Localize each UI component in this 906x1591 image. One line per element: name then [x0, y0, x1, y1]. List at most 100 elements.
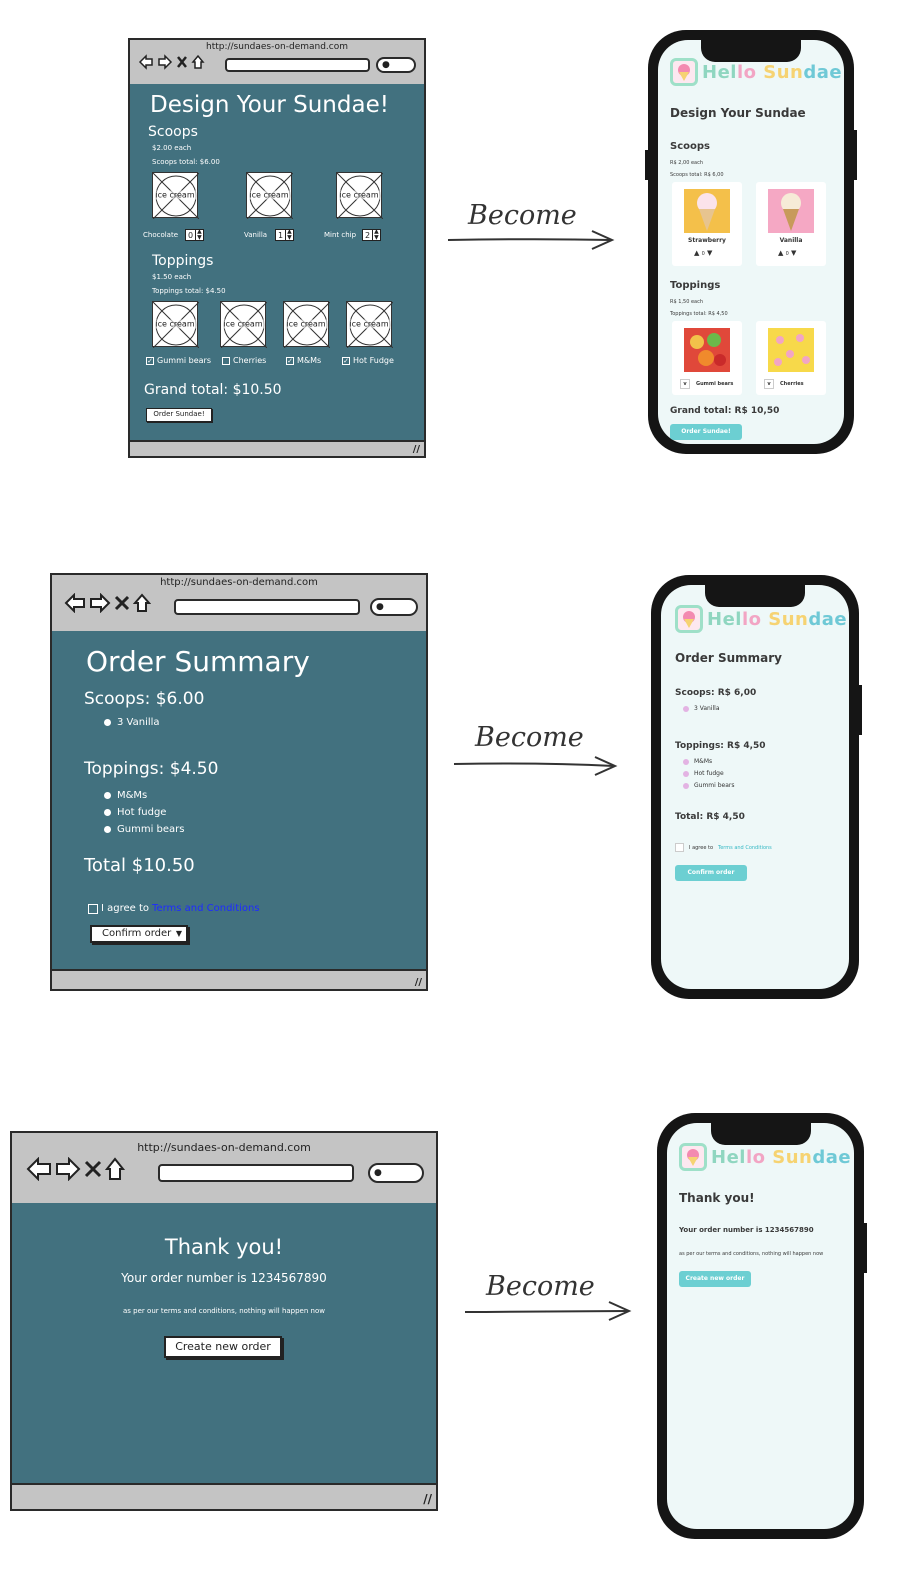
resize-grip-icon[interactable]: // [423, 1492, 432, 1506]
image-placeholder: ice cream [346, 301, 393, 348]
search-icon: ● [374, 1168, 382, 1178]
terms-link[interactable]: Terms and Conditions [152, 903, 260, 914]
brand-name: Hello Sundae [707, 608, 848, 630]
back-arrow-icon[interactable] [138, 54, 154, 70]
list-item: Hot fudge [104, 807, 166, 818]
browser-nav-icons [138, 54, 205, 70]
phone-notch [710, 1123, 811, 1145]
toppings-subtotal: Toppings: $4.50 [84, 759, 219, 779]
topping-checkbox[interactable]: v Cherries [764, 379, 804, 389]
browser-toolbar: http://sundaes-on-demand.com ● [130, 40, 424, 86]
flavor-label: Vanilla [244, 231, 268, 239]
browser-search[interactable]: ● [370, 598, 418, 616]
page-title: Thank you! [164, 1235, 284, 1259]
toppings-heading: Toppings [670, 280, 721, 291]
forward-arrow-icon[interactable] [157, 54, 173, 70]
confirm-order-button[interactable]: Confirm order ▼ [90, 925, 188, 943]
browser-search[interactable]: ● [376, 57, 416, 73]
quantity-stepper[interactable]: ▲ 0 ▼ [778, 249, 796, 257]
order-total: Total: R$ 4,50 [675, 812, 745, 822]
close-icon[interactable] [114, 593, 130, 613]
resize-grip-icon[interactable]: // [413, 444, 420, 455]
forward-arrow-icon[interactable] [55, 1157, 81, 1181]
scoops-subtotal: Scoops: R$ 6,00 [675, 688, 757, 698]
terms-link[interactable]: Terms and Conditions [718, 845, 772, 851]
browser-statusbar: // [130, 440, 424, 456]
quantity-stepper[interactable]: ▲ 0 ▼ [694, 249, 712, 257]
ice-cream-logo-icon [675, 605, 703, 633]
back-arrow-icon[interactable] [64, 593, 86, 613]
forward-arrow-icon[interactable] [89, 593, 111, 613]
topping-checkbox[interactable]: ✓ M&Ms [286, 356, 321, 365]
order-sundae-button[interactable]: Order Sundae! [670, 424, 742, 440]
topping-checkbox[interactable]: Cherries [222, 356, 266, 365]
create-new-order-button[interactable]: Create new order [164, 1336, 282, 1358]
browser-search[interactable]: ● [368, 1163, 424, 1183]
back-arrow-icon[interactable] [26, 1157, 52, 1181]
phone-thanks: Hello Sundae Thank you! Your order numbe… [657, 1113, 867, 1539]
scoop-name: Vanilla [779, 237, 803, 244]
phone-screen: Hello Sundae Design Your Sundae Scoops R… [658, 40, 844, 444]
topping-checkbox[interactable]: ✓ Hot Fudge [342, 356, 394, 365]
topping-checkbox[interactable]: v Gummi bears [680, 379, 733, 389]
home-icon[interactable] [133, 593, 151, 613]
chevron-down-icon: ▼ [175, 929, 182, 938]
quantity-stepper[interactable]: 0 ▲ ▼ [185, 229, 204, 241]
scoops-total: Scoops total: R$ 6,00 [670, 172, 724, 178]
toppings-price: $1.50 each [152, 273, 192, 281]
home-icon[interactable] [191, 54, 205, 70]
quantity-stepper[interactable]: 2 ▲ ▼ [362, 229, 381, 241]
list-item: M&Ms [104, 790, 147, 801]
image-placeholder: ice cream [246, 172, 293, 219]
ice-cream-logo-icon [670, 58, 698, 86]
browser-statusbar: // [12, 1483, 436, 1509]
flavor-label: Chocolate [143, 231, 179, 239]
phone-design: Hello Sundae Design Your Sundae Scoops R… [645, 30, 857, 454]
list-item: 3 Vanilla [104, 717, 160, 728]
browser-url: http://sundaes-on-demand.com [137, 1141, 311, 1154]
brand-name: Hello Sundae [711, 1146, 852, 1168]
browser-statusbar: // [52, 969, 426, 989]
resize-grip-icon[interactable]: // [415, 977, 422, 988]
topping-checkbox[interactable]: ✓ Gummi bears [146, 356, 211, 365]
scoops-subtotal: Scoops: $6.00 [84, 689, 205, 709]
gummi-bears-image [684, 328, 730, 372]
grand-total: Grand total: $10.50 [144, 382, 282, 398]
home-icon[interactable] [105, 1157, 125, 1181]
brand-logo: Hello Sundae [675, 605, 847, 633]
flavor-label: Mint chip [324, 231, 357, 239]
create-new-order-button[interactable]: Create new order [679, 1271, 751, 1287]
become-label: Become [475, 722, 584, 753]
browser-url: http://sundaes-on-demand.com [160, 577, 318, 588]
terms-checkbox[interactable]: I agree to Terms and Conditions [88, 903, 260, 914]
close-icon[interactable] [84, 1157, 102, 1181]
terms-checkbox[interactable]: I agree to Terms and Conditions [675, 843, 772, 852]
image-placeholder: ice cream [283, 301, 330, 348]
order-sundae-button[interactable]: Order Sundae! [146, 408, 212, 422]
address-bar[interactable] [174, 599, 360, 615]
topping-card-gummi-bears: v Gummi bears [672, 321, 742, 395]
brand-logo: Hello Sundae [670, 58, 842, 86]
toppings-total: Toppings total: R$ 4,50 [670, 311, 728, 317]
address-bar[interactable] [158, 1164, 354, 1182]
scoop-card-vanilla: Vanilla ▲ 0 ▼ [756, 182, 826, 266]
wireframe-browser-thanks: http://sundaes-on-demand.com ● Thank you… [10, 1131, 438, 1511]
page-content: Thank you! Your order number is 12345678… [12, 1203, 436, 1483]
address-bar[interactable] [225, 58, 370, 72]
close-icon[interactable] [176, 54, 188, 70]
toppings-subtotal: Toppings: R$ 4,50 [675, 741, 766, 751]
ice-cream-logo-icon [679, 1143, 707, 1171]
confirm-order-button[interactable]: Confirm order [675, 865, 747, 881]
list-item: 3 Vanilla [683, 705, 720, 712]
vanilla-image [768, 189, 814, 233]
page-title: Thank you! [679, 1191, 755, 1205]
list-item: Gummi bears [104, 824, 184, 835]
toppings-price: R$ 1,50 each [670, 299, 704, 305]
brand-name: Hello Sundae [702, 61, 843, 83]
quantity-stepper[interactable]: 1 ▲ ▼ [275, 229, 294, 241]
search-icon: ● [382, 60, 390, 70]
topping-card-cherries: v Cherries [756, 321, 826, 395]
phone-notch [705, 585, 805, 607]
order-total: Total $10.50 [84, 855, 195, 876]
scoops-heading: Scoops [670, 141, 710, 152]
